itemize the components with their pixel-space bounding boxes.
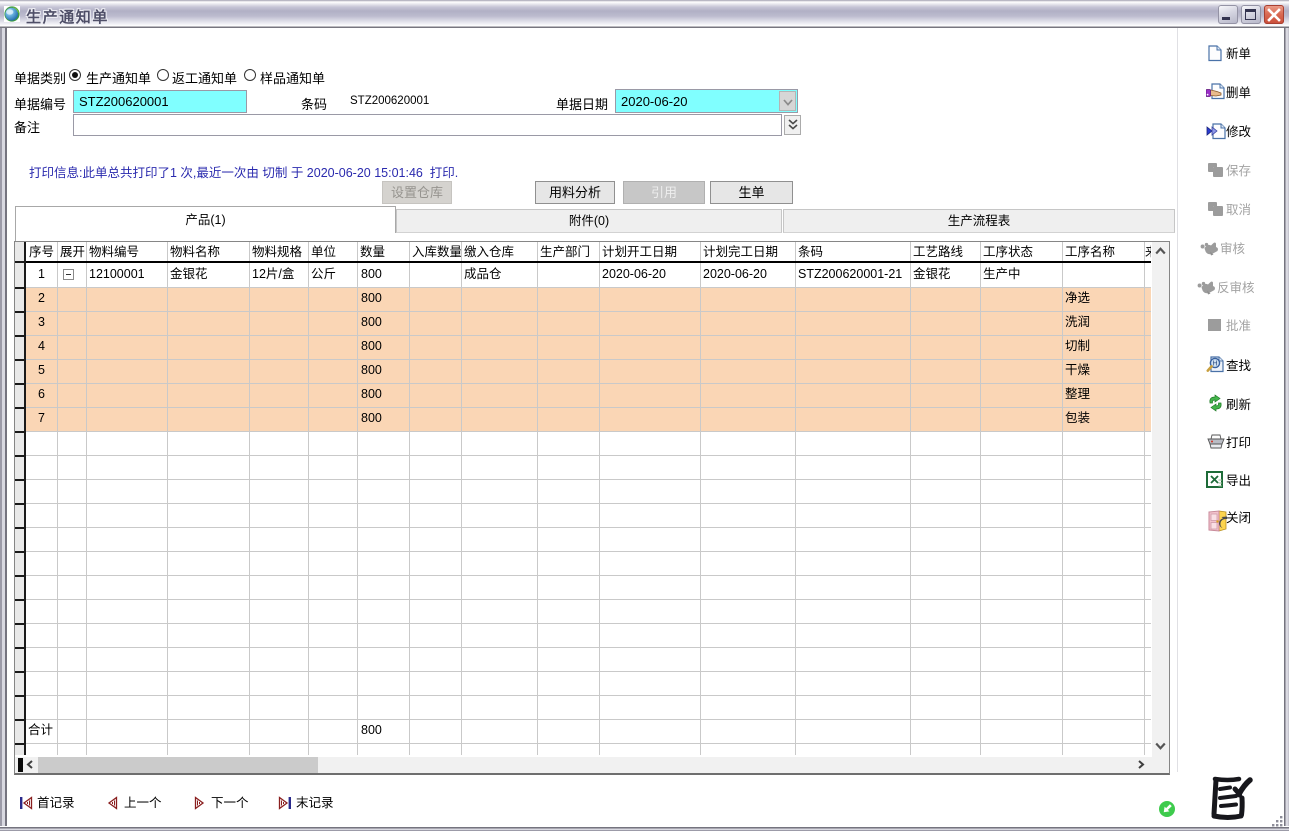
svg-text:H: H — [1212, 361, 1217, 368]
